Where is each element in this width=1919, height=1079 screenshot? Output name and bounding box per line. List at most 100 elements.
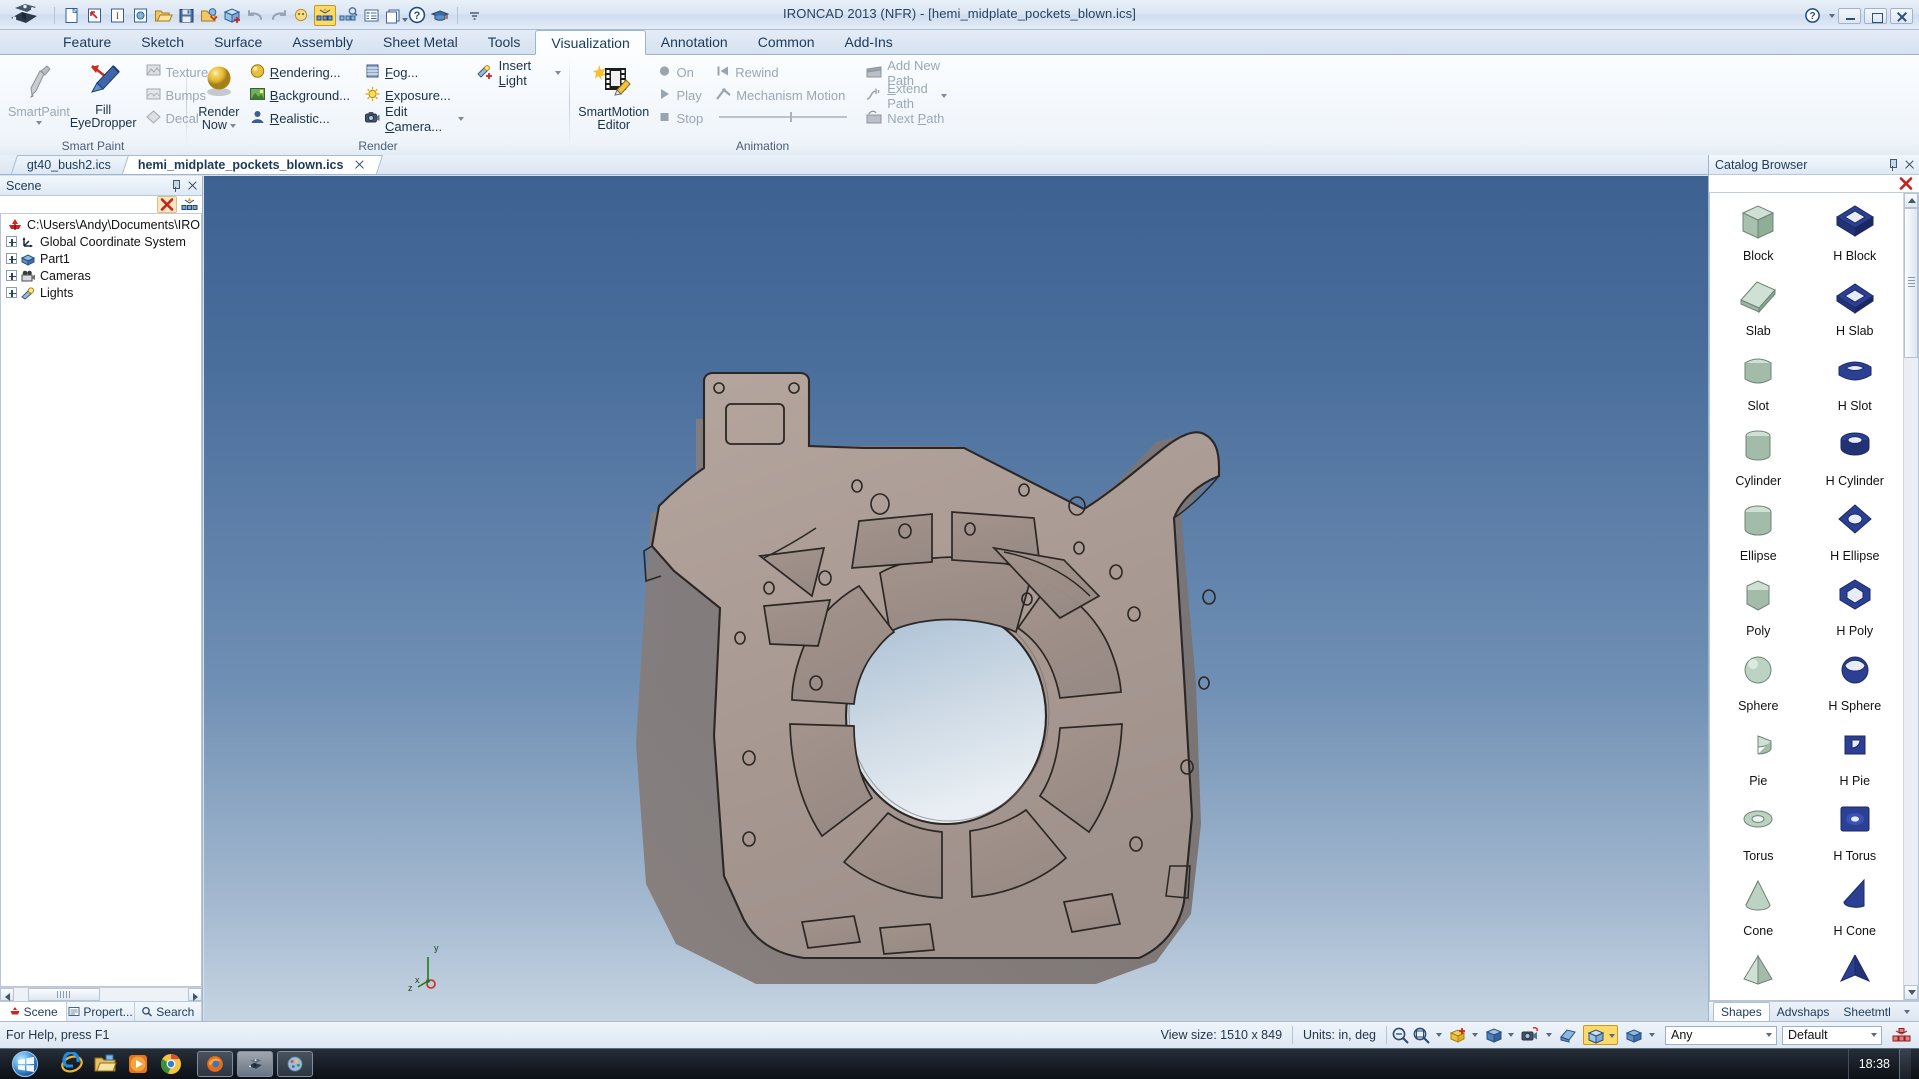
scroll-track[interactable] <box>1904 358 1918 985</box>
zoom-dropdown-caret-icon[interactable] <box>1436 1033 1442 1037</box>
rewind-button[interactable]: Rewind <box>713 61 849 84</box>
help-icon[interactable]: ? <box>407 5 428 26</box>
render-mode-icon[interactable] <box>1625 1026 1644 1044</box>
open-part-icon[interactable] <box>84 5 105 26</box>
structure-icon[interactable] <box>181 197 198 212</box>
delete-icon[interactable] <box>1898 176 1914 191</box>
catalog-item-h-block[interactable]: H Block <box>1807 199 1904 274</box>
structure-browser-icon[interactable] <box>338 5 359 26</box>
structure-tree-button[interactable] <box>1882 1027 1919 1044</box>
ribbon-help-icon[interactable]: ? <box>1802 5 1823 26</box>
catalog-item-block[interactable]: Block <box>1710 199 1807 274</box>
background-button[interactable]: Background... <box>247 84 350 107</box>
application-menu-button[interactable] <box>4 2 44 29</box>
catalog-item-h-sphere[interactable]: H Sphere <box>1807 649 1904 724</box>
expand-toggle-icon[interactable] <box>6 253 17 264</box>
catalog-item-h-slab[interactable]: H Slab <box>1807 274 1904 349</box>
tab-sketch[interactable]: Sketch <box>126 30 199 54</box>
redo-icon[interactable] <box>268 5 289 26</box>
catalog-item-slot[interactable]: Slot <box>1710 349 1807 424</box>
tab-common[interactable]: Common <box>743 30 830 54</box>
fill-eyedropper-button[interactable]: Fill EyeDropper <box>70 59 137 130</box>
tree-item-part1[interactable]: Part1 <box>1 250 201 267</box>
catalog-item-sphere[interactable]: Sphere <box>1710 649 1807 724</box>
display-mode-dropdown-caret-icon[interactable] <box>1609 1033 1615 1038</box>
tree-item-scene-root[interactable]: C:\Users\Andy\Documents\IRO <box>1 216 201 233</box>
minimize-button[interactable] <box>1838 7 1861 24</box>
animation-timeline-slider[interactable] <box>713 107 849 130</box>
animation-on-button[interactable]: On <box>655 61 703 84</box>
scroll-thumb[interactable] <box>28 988 100 1001</box>
catalog-tab-sheetmtl[interactable]: Sheetmtl <box>1836 1003 1897 1021</box>
fog-button[interactable]: Fog... <box>362 61 464 84</box>
auto-hide-pin-icon[interactable] <box>170 179 181 192</box>
expand-toggle-icon[interactable] <box>6 236 17 247</box>
catalog-item-h-cone[interactable]: H Cone <box>1807 874 1904 949</box>
animation-play-button[interactable]: Play <box>655 84 703 107</box>
catalog-item-pie[interactable]: Pie <box>1710 724 1807 799</box>
catalog-icon[interactable] <box>384 5 408 26</box>
shading-icon[interactable] <box>1558 1026 1577 1044</box>
doc-tab-close-icon[interactable] <box>354 159 365 170</box>
scene-panel-close-icon[interactable] <box>187 180 198 191</box>
anchor-icon[interactable] <box>1448 1026 1467 1044</box>
paint-window-button[interactable] <box>277 1051 313 1077</box>
tree-item-global-coordinate-system[interactable]: Global Coordinate System <box>1 233 201 250</box>
next-path-button[interactable]: Next Path <box>863 107 947 130</box>
tab-assembly[interactable]: Assembly <box>277 30 368 54</box>
smartpaint-button[interactable]: SmartPaint <box>8 59 70 125</box>
tab-surface[interactable]: Surface <box>199 30 277 54</box>
catalog-tab-shapes[interactable]: Shapes <box>1713 1001 1770 1022</box>
mechanism-motion-button[interactable]: Mechanism Motion <box>713 84 849 107</box>
render-mode-dropdown-caret-icon[interactable] <box>1649 1033 1655 1037</box>
smartmotion-editor-button[interactable]: SmartMotion Editor <box>578 59 649 132</box>
catalog-item-torus[interactable]: Torus <box>1710 799 1807 874</box>
catalog-item-h-torus[interactable]: H Torus <box>1807 799 1904 874</box>
zoom-area-icon[interactable] <box>1391 1026 1410 1044</box>
anchor-dropdown-caret-icon[interactable] <box>1472 1033 1478 1037</box>
restore-button[interactable] <box>1864 7 1887 24</box>
catalog-item-h-poly[interactable]: H Poly <box>1807 574 1904 649</box>
catalog-item-poly[interactable]: Poly <box>1710 574 1807 649</box>
timeline-slider[interactable] <box>717 110 849 127</box>
smart-snap-icon[interactable] <box>291 5 312 26</box>
doc-tab-gt40-bush2[interactable]: gt40_bush2.ics <box>10 155 130 174</box>
save-as-icon[interactable] <box>199 5 220 26</box>
catalog-item-ellipse[interactable]: Ellipse <box>1710 499 1807 574</box>
expand-toggle-icon[interactable] <box>6 270 17 281</box>
smartpaint-dropdown-caret-icon[interactable] <box>35 121 42 125</box>
insert-light-button[interactable]: Insert Light <box>474 58 561 88</box>
camera-dropdown-caret-icon[interactable] <box>1546 1033 1552 1037</box>
tab-add-ins[interactable]: Add-Ins <box>830 30 908 54</box>
panel-tab-scene[interactable]: Scene <box>0 1002 68 1021</box>
render-now-dropdown-caret-icon[interactable] <box>229 123 236 128</box>
catalog-item-h-pyramid[interactable]: H Pyramid <box>1807 949 1904 1000</box>
catalog-vscrollbar[interactable] <box>1903 193 1918 1000</box>
scroll-left-icon[interactable] <box>0 988 14 1001</box>
auto-hide-pin-icon[interactable] <box>1887 158 1898 171</box>
ribbon-options-caret-icon[interactable] <box>1829 13 1835 18</box>
properties-icon[interactable] <box>361 5 382 26</box>
tab-sheet-metal[interactable]: Sheet Metal <box>368 30 473 54</box>
panel-tab-properties[interactable]: Propert... <box>67 1002 135 1021</box>
extend-path-dropdown-caret-icon[interactable] <box>941 93 947 98</box>
zoom-icon[interactable] <box>1412 1026 1431 1044</box>
tab-annotation[interactable]: Annotation <box>646 30 743 54</box>
view-dropdown-caret-icon[interactable] <box>1508 1033 1514 1037</box>
panel-tab-search[interactable]: Search <box>134 1002 202 1021</box>
rendering-button[interactable]: Rendering... <box>247 61 350 84</box>
tree-item-cameras[interactable]: Cameras <box>1 267 201 284</box>
edit-camera-dropdown-caret-icon[interactable] <box>457 116 464 121</box>
scroll-down-icon[interactable] <box>1904 985 1918 1000</box>
expand-toggle-icon[interactable] <box>6 287 17 298</box>
scroll-thumb[interactable] <box>1904 208 1918 358</box>
insert-scene-icon[interactable] <box>130 5 151 26</box>
realistic-button[interactable]: Realistic... <box>247 107 350 130</box>
start-button[interactable] <box>2 1050 48 1079</box>
learning-icon[interactable] <box>430 5 451 26</box>
camera-icon[interactable] <box>1520 1026 1541 1044</box>
catalog-item-h-pie[interactable]: H Pie <box>1807 724 1904 799</box>
doc-tab-hemi-midplate[interactable]: hemi_midplate_pockets_blown.ics <box>122 155 384 174</box>
display-mode-icon[interactable] <box>1583 1025 1618 1045</box>
delete-icon[interactable] <box>157 196 177 213</box>
